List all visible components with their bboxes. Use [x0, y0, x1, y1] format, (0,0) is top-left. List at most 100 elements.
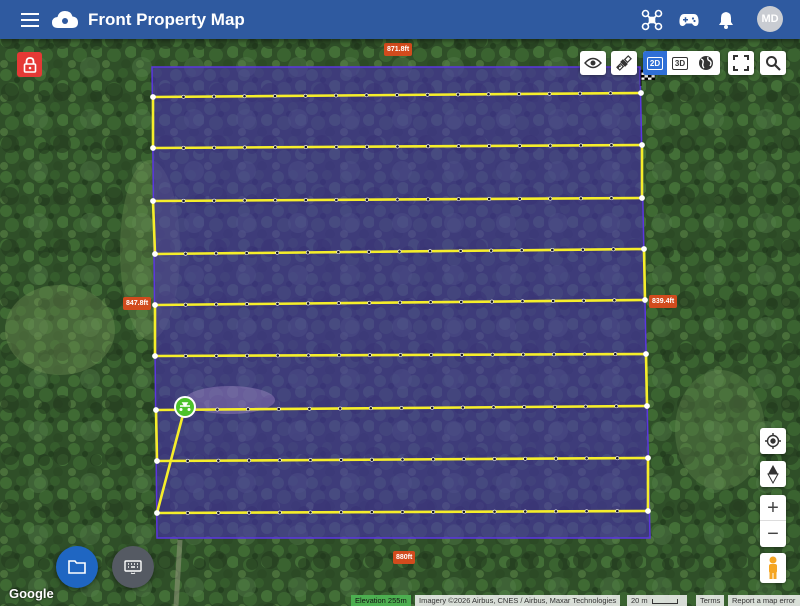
waypoint-dot — [183, 353, 188, 358]
waypoint-dot — [365, 144, 369, 149]
waypoint-dot — [212, 145, 217, 150]
keyboard-button[interactable] — [112, 546, 154, 588]
waypoint-dot — [613, 352, 618, 357]
view-2d-button[interactable]: 2D — [643, 51, 667, 75]
waypoint-dot — [152, 251, 158, 257]
waypoint-dot — [428, 249, 432, 254]
my-location-button[interactable] — [760, 428, 786, 454]
pegman-icon — [769, 556, 777, 579]
waypoint-dot — [459, 299, 464, 304]
waypoint-dot — [430, 405, 435, 410]
menu-icon[interactable] — [18, 8, 42, 32]
waypoint-dot — [641, 246, 647, 252]
waypoint-dot — [547, 91, 552, 96]
waypoint-dot — [367, 249, 371, 254]
compass-button[interactable] — [760, 461, 786, 487]
waypoint-dot — [492, 509, 497, 514]
waypoint-dot — [429, 352, 434, 357]
waypoint-dot — [431, 457, 436, 462]
search-button[interactable] — [760, 51, 786, 75]
street-view-pegman-button[interactable] — [760, 553, 786, 583]
waypoint-dot — [367, 300, 372, 305]
zoom-in-button[interactable]: + — [760, 495, 786, 521]
gamepad-icon[interactable] — [677, 8, 701, 32]
waypoint-dot — [275, 250, 280, 255]
waypoint-dot — [456, 197, 461, 202]
waypoint-dot — [244, 251, 249, 255]
waypoint-dot — [277, 458, 282, 463]
zoom-out-button[interactable]: − — [760, 521, 786, 547]
waypoint-dot — [275, 353, 280, 358]
waypoint-dot — [398, 300, 402, 305]
bell-icon[interactable] — [714, 8, 738, 32]
waypoint-dot — [548, 143, 553, 148]
dimension-left: 847.8ft — [123, 297, 152, 310]
waypoint-dot — [308, 458, 313, 462]
lock-icon — [23, 56, 36, 73]
waypoint-dot — [152, 302, 158, 308]
waypoint-dot — [395, 93, 399, 97]
waypoint-dot — [426, 197, 430, 202]
view-3d-button[interactable]: 3D — [667, 51, 693, 75]
cloud-logo-icon — [51, 8, 79, 32]
waypoint-dot — [489, 299, 494, 304]
waypoint-dot — [609, 196, 614, 201]
waypoint-dot — [337, 353, 342, 358]
waypoint-dot — [153, 407, 159, 413]
waypoint-dot — [461, 509, 466, 514]
start-drone-marker — [174, 396, 196, 418]
waypoint-dot — [552, 352, 556, 357]
waypoint-dot — [521, 352, 526, 357]
waypoint-dot — [365, 197, 369, 202]
waypoint-dot — [553, 404, 557, 409]
scale-bar: 20 m — [627, 595, 687, 606]
waypoint-dot — [367, 353, 372, 358]
compass-icon — [767, 465, 779, 484]
waypoint-dot — [612, 298, 617, 303]
waypoint-dot — [181, 198, 186, 203]
waypoint-dot — [639, 142, 645, 148]
zoom-controls: + − — [760, 495, 786, 547]
drone-icon[interactable] — [640, 8, 664, 32]
waypoint-dot — [369, 510, 374, 515]
folder-button[interactable] — [56, 546, 98, 588]
avatar[interactable]: MD — [757, 6, 783, 32]
crosshair-icon — [765, 433, 781, 449]
waypoint-dot — [395, 144, 400, 149]
waypoint-dot — [492, 457, 497, 461]
waypoint-dot — [242, 145, 247, 150]
waypoint-dot — [615, 456, 620, 461]
waypoint-dot — [273, 94, 277, 98]
waypoint-dot — [638, 90, 644, 96]
waypoint-dot — [244, 302, 249, 306]
waypoint-dot — [185, 458, 190, 463]
waypoint-dot — [334, 93, 338, 98]
visibility-toggle-button[interactable] — [580, 51, 606, 75]
waypoint-dot — [517, 196, 522, 201]
terms-link[interactable]: Terms — [696, 595, 725, 606]
waypoint-dot — [400, 457, 405, 462]
map-canvas[interactable]: 871.8ft 847.8ft 839.4ft 880ft 2D 3D + − — [0, 39, 800, 606]
lock-button[interactable] — [17, 52, 42, 77]
report-map-error-link[interactable]: Report a map error — [728, 595, 800, 606]
keyboard-icon — [124, 560, 142, 574]
waypoint-dot — [461, 457, 466, 462]
waypoint-dot — [645, 508, 651, 514]
waypoint-dot — [338, 406, 343, 411]
fullscreen-button[interactable] — [728, 51, 754, 75]
globe-view-button[interactable] — [693, 51, 719, 75]
waypoint-dot — [490, 352, 495, 357]
waypoint-dot — [399, 406, 404, 410]
waypoint-dot — [428, 300, 433, 305]
dimension-top: 871.8ft — [384, 43, 413, 56]
waypoint-dot — [242, 94, 247, 99]
waypoint-dot — [578, 143, 583, 148]
satellite-button[interactable] — [611, 51, 637, 75]
waypoint-dot — [306, 353, 311, 358]
waypoint-dot — [339, 510, 344, 515]
waypoint-dot — [398, 353, 403, 357]
waypoint-dot — [608, 91, 613, 96]
waypoint-dot — [245, 353, 249, 358]
waypoint-dot — [215, 407, 220, 412]
waypoint-dot — [303, 198, 308, 202]
